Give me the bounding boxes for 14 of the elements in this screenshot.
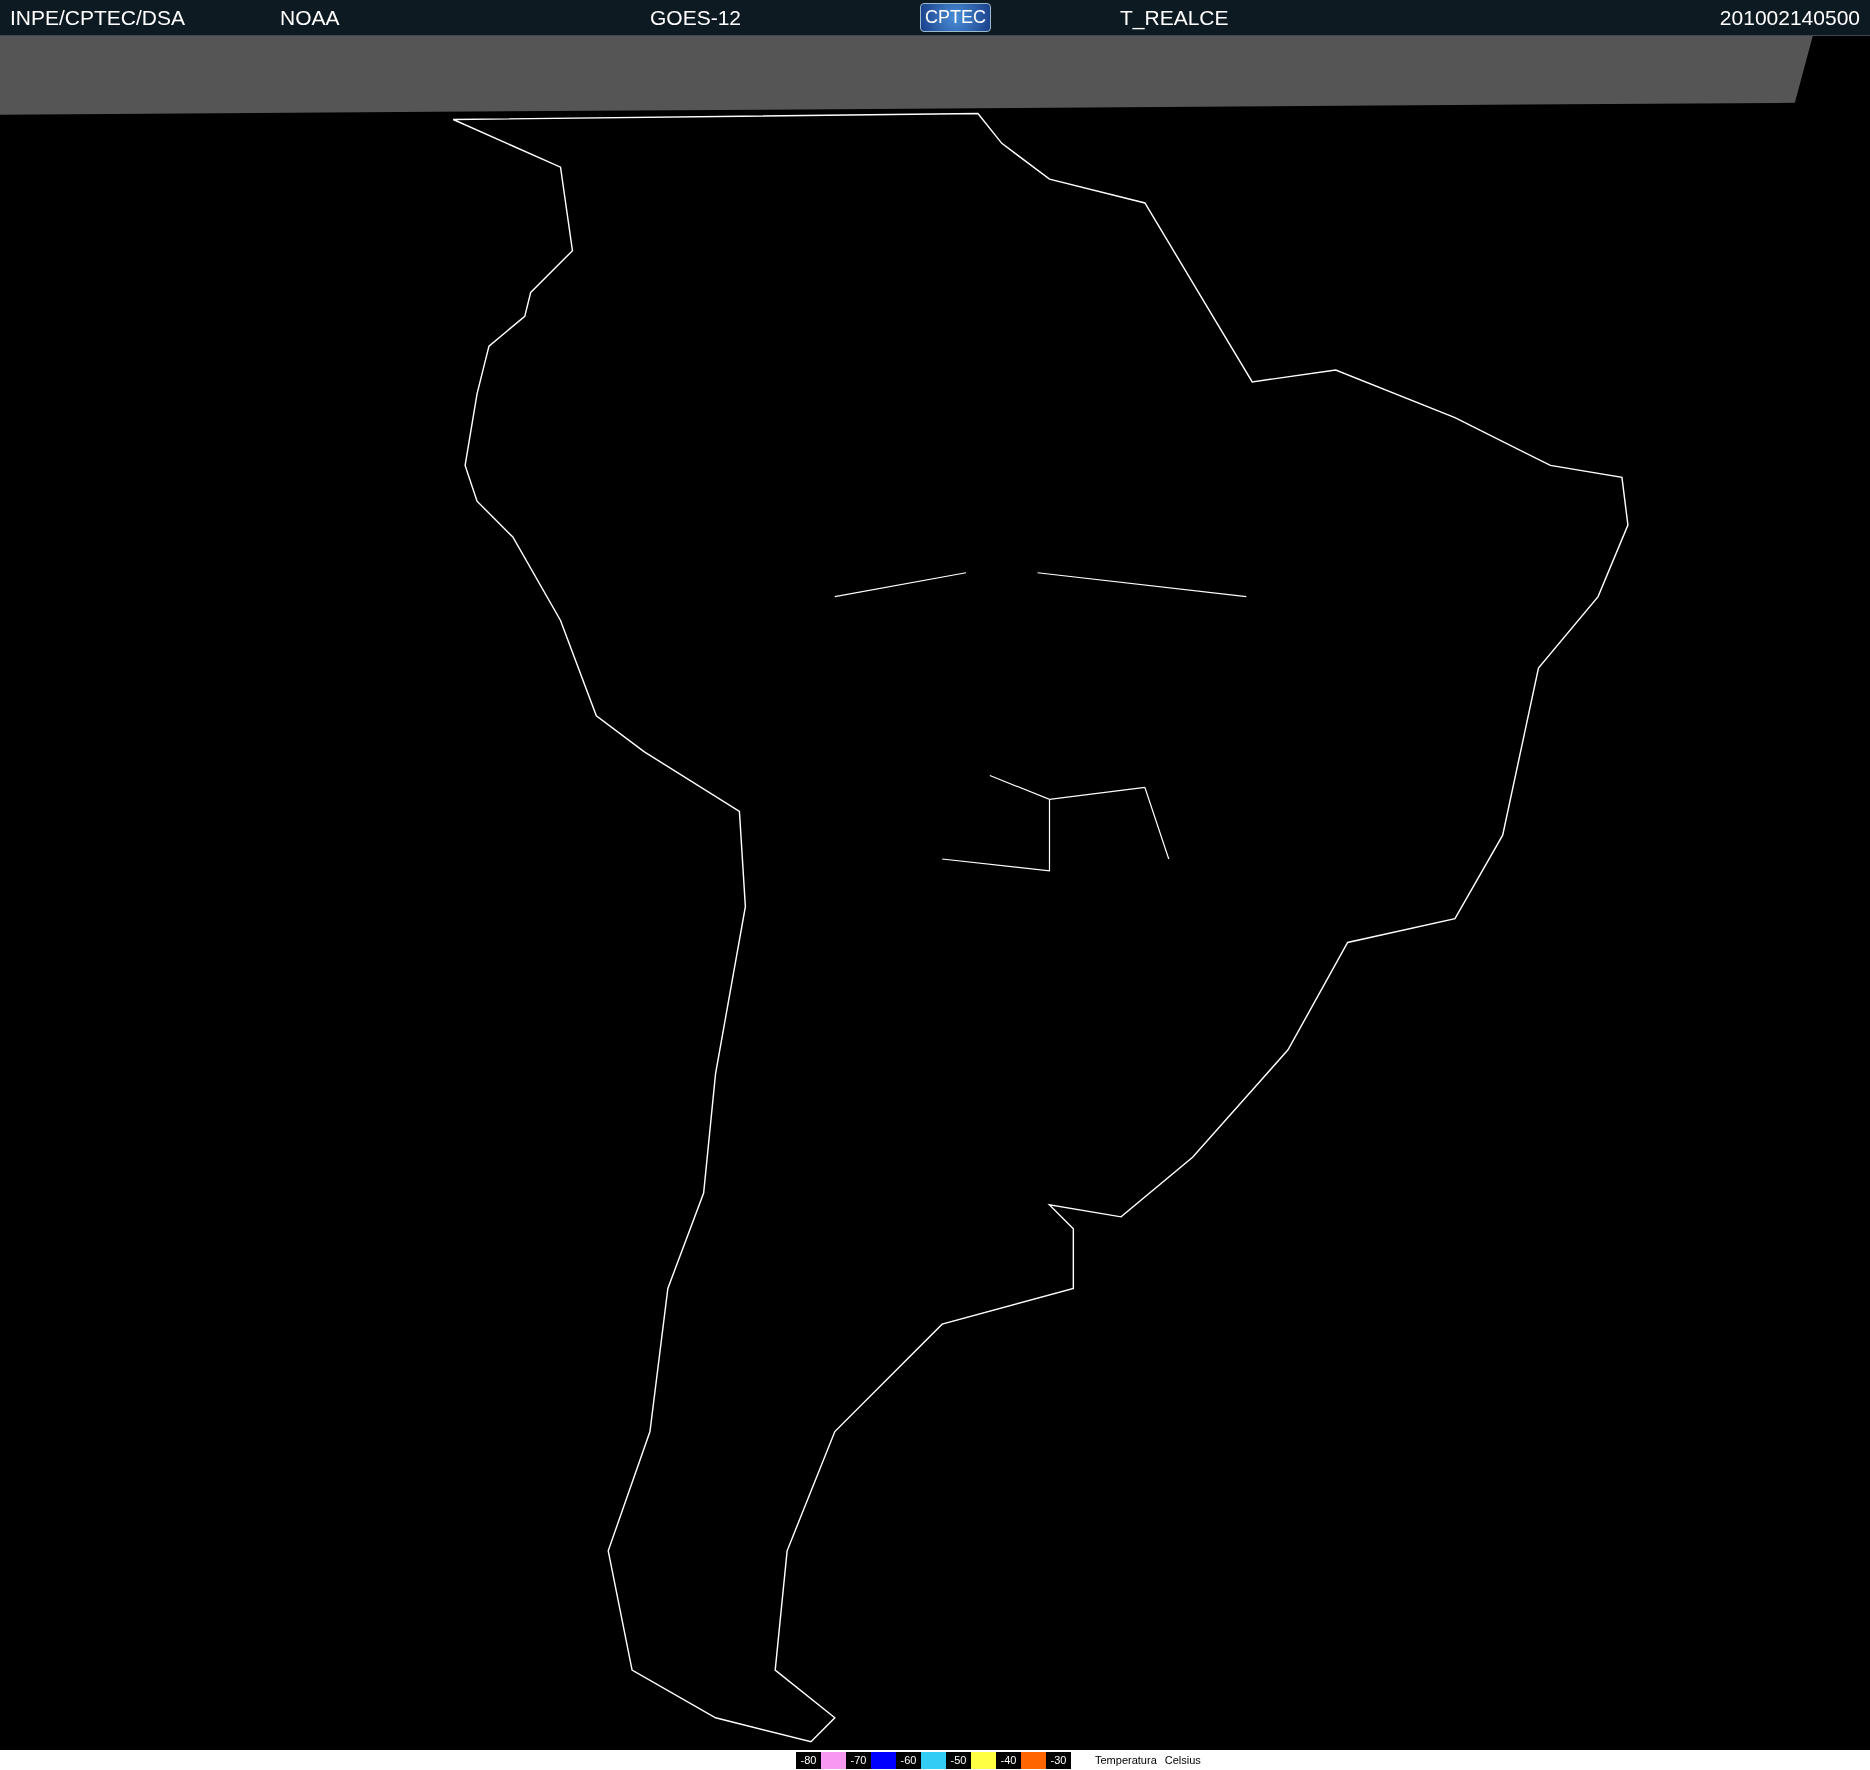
legend-title: Temperatura xyxy=(1095,1754,1157,1766)
satellite-label: GOES-12 xyxy=(650,5,742,30)
legend-value: -30 xyxy=(1046,1751,1071,1769)
agency-label: NOAA xyxy=(280,5,340,30)
legend-value: -70 xyxy=(846,1751,871,1769)
legend-value: -80 xyxy=(796,1751,821,1769)
legend-value: -40 xyxy=(996,1751,1021,1769)
legend-value: -50 xyxy=(946,1751,971,1769)
source-label: INPE/CPTEC/DSA xyxy=(10,5,186,30)
legend-value: -60 xyxy=(896,1751,921,1769)
timestamp: 201002140500 xyxy=(1719,5,1860,30)
logo: CPTEC xyxy=(920,3,991,32)
legend-unit: Celsius xyxy=(1164,1754,1201,1766)
product-label: T_REALCE xyxy=(1120,5,1229,30)
